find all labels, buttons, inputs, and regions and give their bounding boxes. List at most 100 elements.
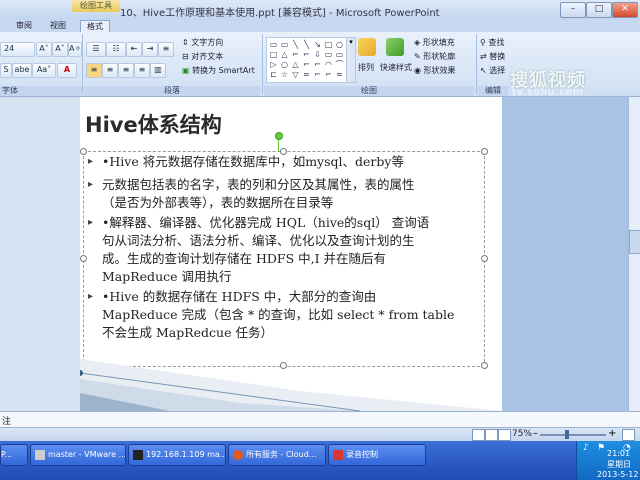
bullet-text-line[interactable]: •Hive 将元数据存储在数据库中，如mysql、derby等 [102, 153, 477, 171]
notes-pane[interactable]: 注 [0, 411, 640, 428]
char-spacing-button[interactable]: abe [12, 63, 32, 78]
grow-font-button[interactable]: A˄ [36, 42, 52, 57]
shape-option[interactable]: ⌐ [291, 50, 300, 59]
slide-canvas[interactable]: Hive体系结构 ▸ •Hive 将元数据存储在数据库中，如mysql、derby… [80, 97, 502, 411]
bullet-text-line[interactable]: MapReduce 调用执行 [102, 268, 477, 286]
fit-slide-icon[interactable] [622, 429, 635, 441]
change-case-button[interactable]: Aa˅ [32, 63, 56, 78]
align-center-button[interactable]: ≡ [102, 63, 118, 78]
shape-option[interactable]: ☆ [280, 70, 289, 79]
shape-option[interactable]: ⌐ [313, 70, 322, 79]
shape-option[interactable]: ╲ [291, 40, 300, 49]
shape-outline-button[interactable]: ✎ 形状轮廓 [414, 51, 455, 62]
align-text-button[interactable]: ⊟ 对齐文本 [182, 51, 223, 62]
zoom-in-button[interactable]: + [608, 428, 616, 439]
shape-option[interactable]: ▭ [335, 50, 344, 59]
select-button[interactable]: ↖ 选择 [480, 65, 505, 76]
rotation-handle[interactable] [275, 132, 283, 140]
shape-option[interactable]: ↘ [313, 40, 322, 49]
shape-option[interactable]: ⌐ [324, 70, 333, 79]
slideshow-icon[interactable] [498, 429, 511, 441]
minimize-button[interactable]: – [560, 2, 586, 18]
line-spacing-button[interactable]: ≡ [158, 42, 174, 57]
speaker-icon[interactable]: ♪ [583, 443, 589, 453]
drawing-tools-context-tab[interactable]: 绘图工具 [72, 0, 120, 12]
find-button[interactable]: ⚲ 查找 [480, 37, 504, 48]
zoom-slider[interactable] [540, 434, 606, 436]
shrink-font-button[interactable]: A˅ [52, 42, 68, 57]
zoom-out-button[interactable]: – [533, 428, 538, 439]
taskbar-item-powerpoint[interactable]: P... [0, 444, 28, 466]
shape-option[interactable]: □ [269, 50, 278, 59]
increase-indent-button[interactable]: ⇥ [142, 42, 158, 57]
shape-option[interactable]: ⌐ [302, 50, 311, 59]
shape-option[interactable]: ⌐ [313, 60, 322, 69]
decrease-indent-button[interactable]: ⇤ [126, 42, 142, 57]
font-size-select[interactable]: 24 [0, 42, 35, 57]
maximize-button[interactable]: □ [586, 2, 612, 18]
clock-time[interactable]: 21:01 [607, 449, 630, 458]
slide-sorter-icon[interactable] [485, 429, 498, 441]
clear-format-button[interactable]: A✧ [68, 42, 82, 57]
slide-title[interactable]: Hive体系结构 [85, 109, 222, 139]
resize-handle[interactable] [80, 255, 87, 262]
shape-option[interactable]: ⊏ [269, 70, 278, 79]
taskbar-item-terminal[interactable]: 192.168.1.109 ma... [128, 444, 226, 466]
scrollbar-thumb[interactable] [629, 230, 640, 254]
close-button[interactable]: ✕ [612, 2, 638, 18]
strikethrough-button[interactable]: S [0, 63, 12, 78]
shape-option[interactable]: □ [324, 40, 333, 49]
bullet-text-line[interactable]: •Hive 的数据存储在 HDFS 中，大部分的查询由 [102, 288, 477, 306]
shapes-gallery-scroll[interactable]: ▾ [346, 37, 356, 83]
shape-option[interactable]: ⌐ [302, 60, 311, 69]
resize-handle[interactable] [80, 148, 87, 155]
resize-handle[interactable] [481, 148, 488, 155]
shape-option[interactable]: ▭ [280, 40, 289, 49]
shape-option[interactable]: △ [280, 50, 289, 59]
columns-button[interactable]: ▥ [150, 63, 166, 78]
shape-option[interactable]: ○ [335, 40, 344, 49]
vertical-scrollbar[interactable] [628, 97, 640, 411]
bullets-button[interactable]: ☰ [86, 42, 106, 57]
shape-option[interactable]: ○ [280, 60, 289, 69]
shape-effects-button[interactable]: ◉ 形状效果 [414, 65, 456, 76]
bullet-text-line[interactable]: （是否为外部表等），表的数据所在目录等 [102, 194, 477, 212]
tab-view[interactable]: 视图 [44, 20, 72, 32]
shape-option[interactable]: ▭ [269, 40, 278, 49]
taskbar-item-browser[interactable]: 所有服务 - Cloud... [228, 444, 326, 466]
shape-option[interactable]: ▭ [324, 50, 333, 59]
shape-option[interactable]: ⌒ [335, 60, 344, 69]
arrange-button[interactable]: 排列 [358, 62, 374, 73]
align-right-button[interactable]: ≡ [118, 63, 134, 78]
shape-option[interactable]: ⇩ [313, 50, 322, 59]
taskbar-item-vmware[interactable]: master - VMware ... [30, 444, 126, 466]
align-left-button[interactable]: ≡ [86, 63, 102, 78]
shapes-gallery[interactable]: ▭ ▭ ╲ ╲ ↘ □ ○ □ △ ⌐ ⌐ ⇩ ▭ ▭ ▷ ○ △ ⌐ ⌐ ◠ ⌒ ⊏ ☆ ▽ ≈ ⌐ ⌐ ≈ [266, 37, 348, 83]
normal-view-icon[interactable] [472, 429, 485, 441]
bullet-text-line[interactable]: 成。生成的查询计划存储在 HDFS 中,I 并在随后有 [102, 250, 477, 268]
replace-button[interactable]: ⇄ 替换 [480, 51, 505, 62]
quick-styles-button[interactable]: 快速样式 [380, 62, 412, 73]
shape-option[interactable]: ◠ [324, 60, 333, 69]
shape-option[interactable]: ≈ [335, 70, 344, 79]
shape-option[interactable]: △ [291, 60, 300, 69]
resize-handle[interactable] [481, 255, 488, 262]
bullet-text-line[interactable]: 句从词法分析、语法分析、编译、优化以及查询计划的生 [102, 232, 477, 250]
taskbar-item-recording[interactable]: 录音控制 [328, 444, 426, 466]
zoom-slider-thumb[interactable] [565, 430, 569, 439]
network-icon[interactable]: ⚑ [597, 443, 605, 453]
shape-fill-button[interactable]: ◈ 形状填充 [414, 37, 455, 48]
bullet-text-line[interactable]: •解释器、编译器、优化器完成 HQL（hive的sql） 查询语 [102, 214, 477, 232]
bullet-text-line[interactable]: 元数据包括表的名字，表的列和分区及其属性，表的属性 [102, 176, 477, 194]
shape-option[interactable]: ▽ [291, 70, 300, 79]
zoom-level[interactable]: 75% [512, 429, 532, 439]
shape-option[interactable]: ≈ [302, 70, 311, 79]
shape-option[interactable]: ╲ [302, 40, 311, 49]
slides-pane[interactable] [0, 97, 81, 411]
font-color-button[interactable]: A [57, 63, 77, 78]
shape-option[interactable]: ▷ [269, 60, 278, 69]
text-direction-button[interactable]: ⇕ 文字方向 [182, 37, 223, 48]
justify-button[interactable]: ≡ [134, 63, 150, 78]
convert-smartart-button[interactable]: ▣ 转换为 SmartArt [182, 65, 255, 76]
numbering-button[interactable]: ☷ [106, 42, 126, 57]
